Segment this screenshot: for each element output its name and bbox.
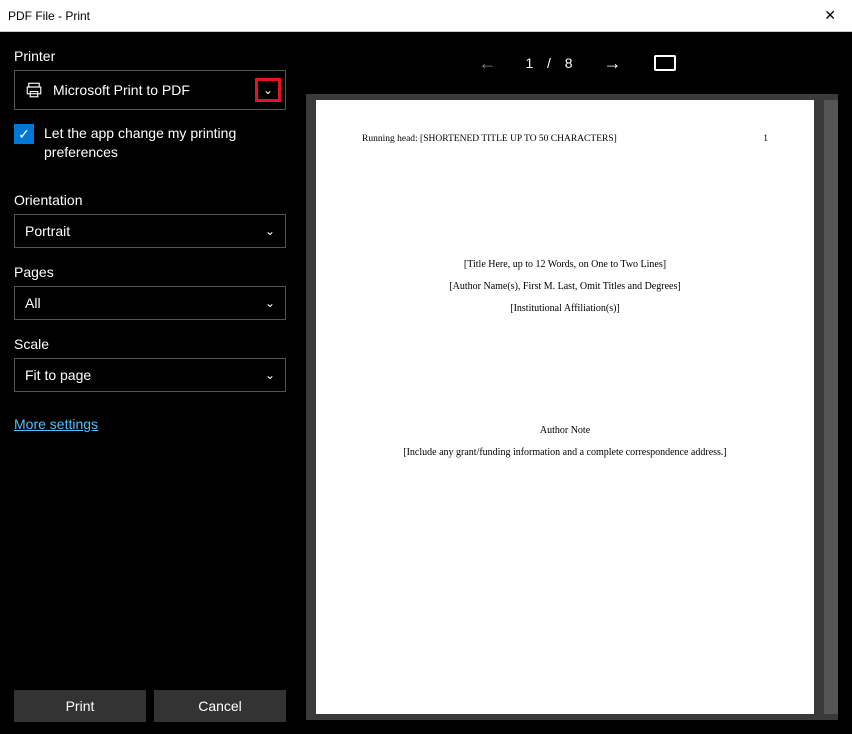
author-note-block: Author Note [Include any grant/funding i… xyxy=(362,420,768,464)
more-settings-link[interactable]: More settings xyxy=(14,416,286,432)
page-counter: 1 / 8 xyxy=(525,55,574,71)
chevron-down-icon: ⌄ xyxy=(263,84,273,96)
close-icon[interactable]: ✕ xyxy=(818,7,842,24)
pages-dropdown[interactable]: All ⌄ xyxy=(14,286,286,320)
preferences-checkbox-label: Let the app change my printing preferenc… xyxy=(44,124,286,162)
preview-panel: ← 1 / 8 → Running head: [SHORTENED TITLE… xyxy=(300,32,852,734)
titlebar: PDF File - Print ✕ xyxy=(0,0,852,32)
preview-scrollbar[interactable] xyxy=(824,100,838,714)
arrow-left-icon: ← xyxy=(478,53,496,74)
next-page-button[interactable]: → xyxy=(599,49,627,77)
content: Printer Microsoft Print to PDF ⌄ ✓ Let t… xyxy=(0,32,852,734)
pages-value: All xyxy=(25,295,41,311)
print-button[interactable]: Print xyxy=(14,690,146,722)
scale-dropdown[interactable]: Fit to page ⌄ xyxy=(14,358,286,392)
page-number: 1 xyxy=(763,134,768,144)
cancel-button[interactable]: Cancel xyxy=(154,690,286,722)
orientation-dropdown[interactable]: Portrait ⌄ xyxy=(14,214,286,248)
chevron-down-icon: ⌄ xyxy=(265,297,275,309)
scale-value: Fit to page xyxy=(25,367,91,383)
doc-title: [Title Here, up to 12 Words, on One to T… xyxy=(362,254,768,276)
title-block: [Title Here, up to 12 Words, on One to T… xyxy=(362,254,768,320)
orientation-label: Orientation xyxy=(14,192,286,208)
author-note-heading: Author Note xyxy=(362,420,768,442)
doc-affiliation: [Institutional Affiliation(s)] xyxy=(362,298,768,320)
printer-dropdown[interactable]: Microsoft Print to PDF ⌄ xyxy=(14,70,286,110)
orientation-value: Portrait xyxy=(25,223,70,239)
doc-authors: [Author Name(s), First M. Last, Omit Tit… xyxy=(362,276,768,298)
preferences-checkbox-row[interactable]: ✓ Let the app change my printing prefere… xyxy=(14,124,286,162)
fit-page-button[interactable] xyxy=(651,49,679,77)
running-head-text: Running head: [SHORTENED TITLE UP TO 50 … xyxy=(362,134,617,144)
settings-panel: Printer Microsoft Print to PDF ⌄ ✓ Let t… xyxy=(0,32,300,734)
scale-label: Scale xyxy=(14,336,286,352)
author-note-body: [Include any grant/funding information a… xyxy=(362,442,768,464)
prev-page-button[interactable]: ← xyxy=(473,49,501,77)
checkbox-checked-icon[interactable]: ✓ xyxy=(14,124,34,144)
arrow-right-icon: → xyxy=(604,53,622,74)
printer-label: Printer xyxy=(14,48,286,64)
printer-icon xyxy=(25,81,43,99)
page-total: 8 xyxy=(565,55,575,71)
page-wrapper: Running head: [SHORTENED TITLE UP TO 50 … xyxy=(306,94,838,720)
dialog-buttons: Print Cancel xyxy=(14,690,286,722)
document-page: Running head: [SHORTENED TITLE UP TO 50 … xyxy=(316,100,814,714)
page-current: 1 xyxy=(525,55,535,71)
chevron-down-icon: ⌄ xyxy=(265,369,275,381)
chevron-down-icon: ⌄ xyxy=(265,225,275,237)
preview-toolbar: ← 1 / 8 → xyxy=(300,32,852,94)
running-head: Running head: [SHORTENED TITLE UP TO 50 … xyxy=(362,134,768,144)
printer-chevron-highlight[interactable]: ⌄ xyxy=(255,78,281,102)
pages-label: Pages xyxy=(14,264,286,280)
printer-selected: Microsoft Print to PDF xyxy=(53,82,190,98)
fit-screen-icon xyxy=(654,55,676,71)
preview-area: Running head: [SHORTENED TITLE UP TO 50 … xyxy=(300,94,852,734)
window-title: PDF File - Print xyxy=(8,9,90,23)
page-sep: / xyxy=(547,55,553,71)
